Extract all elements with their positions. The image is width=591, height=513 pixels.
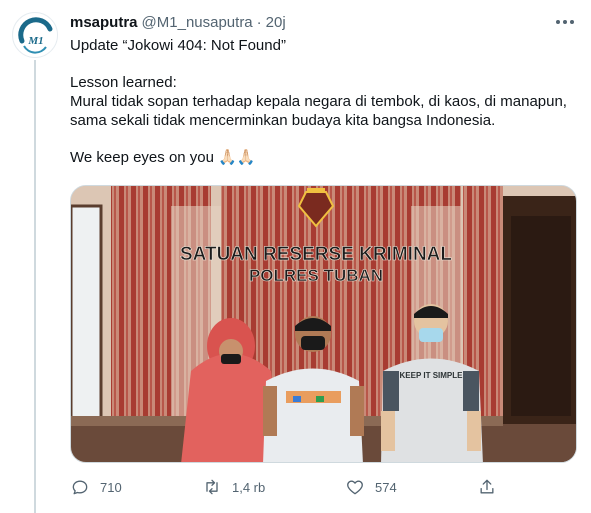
like-count: 574 — [375, 479, 397, 495]
avatar-logo: M1 — [14, 14, 57, 57]
tweet-actions: 710 1,4 rb 574 — [70, 475, 575, 499]
tweet-line-mural: Mural tidak sopan terhadap kepala negara… — [70, 93, 567, 129]
share-icon — [480, 479, 494, 494]
avatar[interactable]: M1 — [12, 12, 58, 58]
retweet-icon — [206, 479, 218, 495]
thread-line — [34, 60, 36, 513]
share-button[interactable] — [477, 475, 497, 499]
like-button[interactable]: 574 — [345, 475, 397, 499]
tweet-timestamp[interactable]: 20j — [266, 14, 286, 31]
reply-count: 710 — [100, 479, 122, 495]
tweet-header: msaputra @M1_nusaputra · 20j — [70, 12, 286, 32]
sign-line-2: POLRES TUBAN — [249, 266, 383, 285]
tweet-text: Update “Jokowi 404: Not Found” Lesson le… — [70, 36, 575, 167]
retweet-button[interactable]: 1,4 rb — [202, 475, 265, 499]
separator-dot: · — [256, 13, 262, 31]
user-handle[interactable]: @M1_nusaputra — [142, 14, 253, 31]
reply-button[interactable]: 710 — [70, 475, 122, 499]
like-icon — [347, 480, 363, 495]
photo-scene: SATUAN RESERSE KRIMINAL POLRES TUBAN KEE… — [71, 186, 576, 462]
display-name[interactable]: msaputra — [70, 14, 138, 31]
tweet-line-update: Update “Jokowi 404: Not Found” — [70, 37, 286, 54]
avatar-text: M1 — [27, 35, 43, 47]
shirt-text: KEEP IT SIMPLE — [400, 371, 464, 380]
tweet-line-lesson: Lesson learned: — [70, 74, 177, 91]
more-icon — [556, 20, 574, 24]
sign-line-1: SATUAN RESERSE KRIMINAL — [180, 244, 452, 265]
retweet-count: 1,4 rb — [232, 479, 266, 495]
tweet-media-photo[interactable]: SATUAN RESERSE KRIMINAL POLRES TUBAN KEE… — [70, 185, 577, 463]
reply-icon — [72, 480, 88, 495]
tweet-line-eyes: We keep eyes on you 🙏🏻🙏🏻 — [70, 149, 256, 166]
more-button[interactable] — [553, 10, 577, 34]
